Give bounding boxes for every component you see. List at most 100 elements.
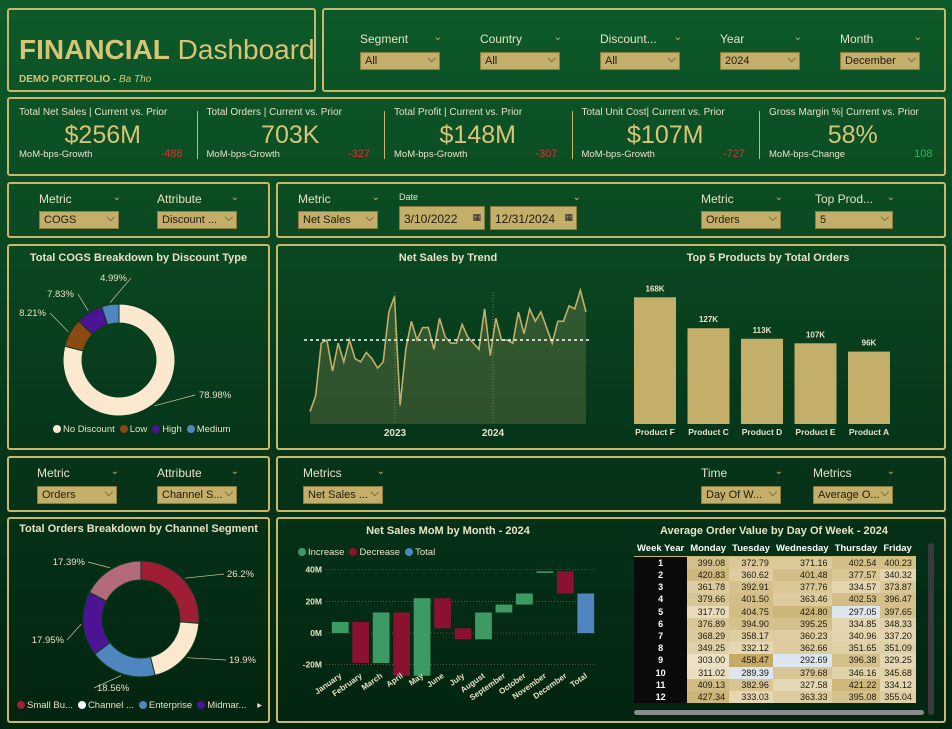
chevron-down-icon[interactable]: ⌄ [434,32,442,43]
legend-item[interactable]: Channel ... [77,700,134,711]
donut-slice[interactable] [82,591,111,655]
waterfall-bar[interactable] [331,621,349,634]
bar[interactable] [848,351,890,424]
attribute-dropdown[interactable]: Discount ... ⌵ [157,211,237,229]
table-row[interactable]: 3 361.78 392.91 377.76 334.57 373.87 [634,581,916,594]
cogs-donut-chart[interactable]: 78.98% 8.21%7.83% 4.99% [9,264,268,434]
waterfall-bar[interactable] [413,598,431,676]
table-row[interactable]: 10 311.02 289.39 379.68 346.16 345.68 [634,666,916,679]
table-cell: 3 [634,581,688,594]
waterfall-bar[interactable] [577,593,595,634]
chevron-down-icon[interactable]: ⌄ [377,466,385,477]
legend-item[interactable]: Enterprise [138,700,192,711]
chevron-down-icon[interactable]: ⌄ [794,32,802,43]
chevron-down-icon[interactable]: ⌄ [111,466,119,477]
top-products-chart[interactable]: 168K Product F 127K Product C 113K Product D 1… [624,264,944,444]
date-from-input[interactable]: 3/10/2022 ▦ [399,206,485,230]
waterfall-bar[interactable] [454,628,472,640]
table-row[interactable]: 8 349.25 332.12 362.66 351.65 351.09 [634,642,916,655]
waterfall-bar[interactable] [536,571,554,573]
date-to-input[interactable]: 12/31/2024 ▦ [490,206,577,230]
waterfall-bar[interactable] [372,612,390,664]
waterfall-bar[interactable] [515,593,533,605]
waterfall-bar[interactable] [434,598,451,629]
top-slicer-dropdown[interactable]: All ⌵ [360,52,440,70]
metric-dropdown[interactable]: COGS ⌵ [39,211,119,229]
column-header[interactable]: Week Year [634,541,688,557]
legend-item[interactable]: Midmar... [197,700,246,711]
top-slicer-dropdown[interactable]: All ⌵ [600,52,680,70]
chevron-down-icon[interactable]: ⌄ [775,192,783,203]
metric-dropdown[interactable]: Net Sales ⌵ [298,211,378,229]
table-row[interactable]: 4 379.66 401.50 363.46 402.53 396.47 [634,593,916,606]
top-slicer-dropdown[interactable]: All ⌵ [480,52,560,70]
column-header[interactable]: Friday [880,541,916,557]
chevron-down-icon[interactable]: ⌄ [372,192,380,203]
attribute-dropdown[interactable]: Channel S... ⌵ [157,486,237,504]
legend-item[interactable]: Low [119,424,147,435]
calendar-icon[interactable]: ▦ [564,212,573,223]
chevron-down-icon[interactable]: ⌄ [775,466,783,477]
aov-table-container[interactable]: Week Year Monday Tuesday Wednesday Thursday F… [634,541,926,711]
aov-scrollbar[interactable] [928,543,934,715]
cogs-donut-panel: Total COGS Breakdown by Discount Type 78… [7,244,270,450]
calendar-icon[interactable]: ▦ [472,212,481,223]
donut-slice[interactable] [88,560,142,602]
top-slicer-dropdown[interactable]: 2024 ⌵ [720,52,800,70]
legend-item[interactable]: Medium [186,424,231,435]
waterfall-bar[interactable] [352,621,370,664]
metrics2-dropdown[interactable]: Average O... ⌵ [813,486,893,504]
metrics-dropdown[interactable]: Net Sales ... ⌵ [303,486,383,504]
waterfall-bar[interactable] [495,604,513,613]
legend-item[interactable]: High [152,424,182,435]
column-header[interactable]: Monday [687,541,730,557]
top-products-title: Top 5 Products by Total Orders [686,252,850,264]
top-products-dropdown[interactable]: 5 ⌵ [815,211,893,229]
chevron-down-icon[interactable]: ⌄ [231,466,239,477]
legend-item[interactable]: Increase [298,547,344,558]
net-sales-mom-chart[interactable]: 40M20M0M-20MJanuaryFebruaryMarch April May… [278,559,618,719]
table-row[interactable]: 12 427.34 333.03 363.33 395.08 355.04 [634,690,916,704]
table-row[interactable]: 9 303.00 458.47 292.69 396.38 329.25 [634,654,916,667]
legend-next-icon[interactable]: ▸ [257,700,262,711]
channel-legend: Small Bu... Channel ... Enterprise Midmar..… [17,700,262,711]
waterfall-bar[interactable] [556,571,574,594]
chevron-down-icon[interactable]: ⌄ [887,192,895,203]
metric2-dropdown[interactable]: Orders ⌵ [701,211,781,229]
donut-slice[interactable] [149,621,200,676]
channel-donut-chart[interactable]: 26.2% 19.9% 18.56% 17.95% 17.39% [9,537,268,702]
chevron-down-icon[interactable]: ⌄ [914,32,922,43]
legend-item[interactable]: No Discount [53,424,115,435]
bar[interactable] [634,297,676,424]
column-header[interactable]: Wednesday [772,541,832,557]
chevron-down-icon[interactable]: ⌄ [231,192,239,203]
table-row[interactable]: 1 399.08 372.79 371.16 402.54 400.23 [634,556,916,569]
donut-slice[interactable] [140,560,200,624]
legend-item[interactable]: Total [405,547,435,558]
time-dropdown[interactable]: Day Of W... ⌵ [701,486,781,504]
metrics-slicer-label: Metrics [303,466,342,480]
table-row[interactable]: 2 420.83 360.62 401.48 377.57 340.32 [634,569,916,582]
metric-dropdown[interactable]: Orders ⌵ [37,486,117,504]
column-header[interactable]: Tuesday [729,541,773,557]
waterfall-bar[interactable] [475,612,492,640]
bar[interactable] [687,328,730,424]
bar[interactable] [741,338,783,424]
table-row[interactable]: 5 317.70 404.75 424.80 297.05 397.65 [634,605,916,618]
chevron-down-icon[interactable]: ⌄ [674,32,682,43]
top-slicer-dropdown[interactable]: December ⌵ [840,52,920,70]
legend-item[interactable]: Small Bu... [17,700,73,711]
chevron-down-icon[interactable]: ⌄ [887,466,895,477]
table-row[interactable]: 7 368.29 358.17 360.23 340.96 337.20 [634,629,916,643]
chevron-down-icon[interactable]: ⌄ [554,32,562,43]
chevron-down-icon[interactable]: ⌄ [573,192,581,203]
chevron-down-icon[interactable]: ⌄ [113,192,121,203]
table-row[interactable]: 6 376.89 394.90 395.25 334.85 348.33 [634,617,916,630]
aov-horizontal-scrollbar[interactable] [634,710,924,715]
column-header[interactable]: Thursday [831,541,881,557]
table-row[interactable]: 11 409.13 382.96 327.58 421.22 334.12 [634,678,916,691]
legend-item[interactable]: Decrease [349,547,400,558]
bar[interactable] [794,343,837,424]
waterfall-bar[interactable] [393,612,411,676]
net-sales-trend-chart[interactable]: 2023 2024 [278,264,618,444]
